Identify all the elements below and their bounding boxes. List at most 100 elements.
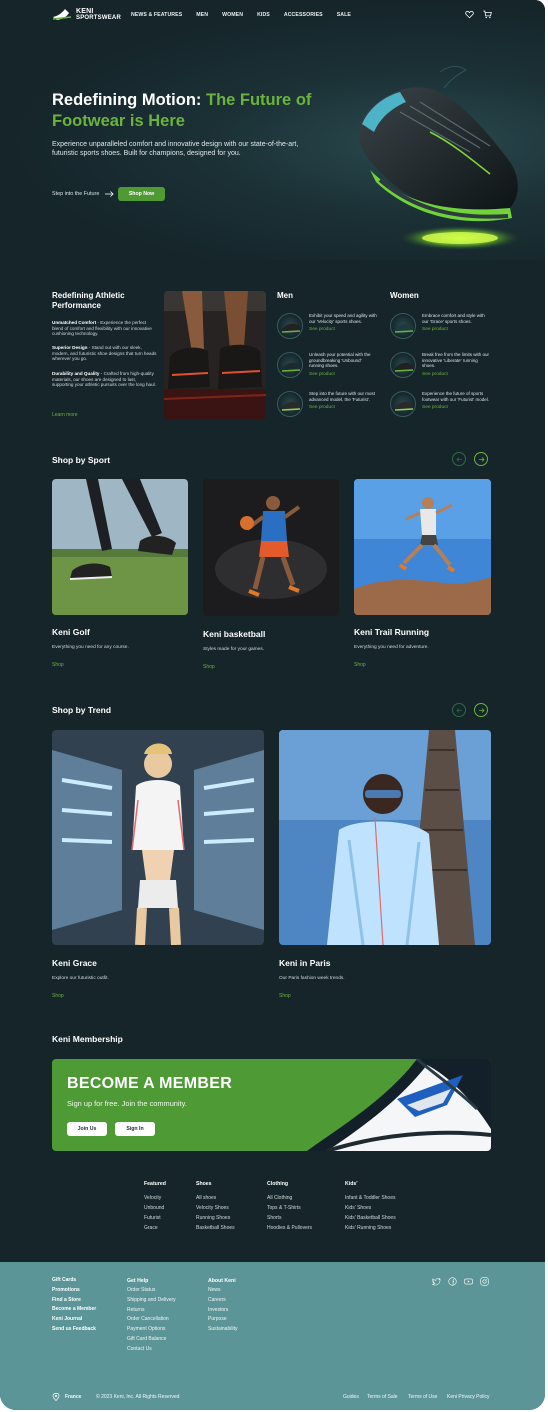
heart-icon[interactable] [465, 10, 474, 19]
product-description: Unleash your potential with the groundbr… [309, 352, 371, 368]
nav-accessories[interactable]: ACCESSORIES [284, 12, 323, 18]
paris-image[interactable] [279, 730, 491, 945]
nav-sale[interactable]: SALE [337, 12, 351, 18]
step-into-future-link[interactable]: Step into the Future [52, 191, 114, 197]
women-product-grace[interactable]: Embrace comfort and style with our 'Grac… [390, 313, 490, 339]
nav-kids[interactable]: KIDS [257, 12, 270, 18]
footer-link[interactable]: Promotions [52, 1286, 96, 1296]
see-product-link[interactable]: See product [422, 372, 490, 378]
guides-link[interactable]: Guides [343, 1394, 359, 1400]
footer-link[interactable]: Gift Cards [52, 1276, 96, 1286]
sport-card-title[interactable]: Keni basketball [203, 629, 265, 639]
footer-link[interactable]: Basketball Shoes [196, 1223, 235, 1233]
trail-running-image[interactable] [354, 479, 491, 615]
logo[interactable]: KENI SPORTSWEAR [52, 7, 121, 23]
footer-link[interactable]: News [208, 1286, 237, 1296]
hero-section: Redefining Motion: The Future of Footwea… [0, 0, 545, 260]
footer-link[interactable]: Careers [208, 1296, 237, 1306]
golf-image[interactable] [52, 479, 188, 615]
footer-link[interactable]: Sustainability [208, 1325, 237, 1335]
footer-link[interactable]: Unbound [144, 1203, 166, 1213]
facebook-icon[interactable] [448, 1277, 457, 1286]
instagram-icon[interactable] [480, 1277, 489, 1286]
privacy-policy-link[interactable]: Keni Privacy Policy [447, 1394, 490, 1400]
see-product-link[interactable]: See product [422, 327, 490, 333]
learn-more-link[interactable]: Learn more [52, 412, 78, 418]
shop-by-trend-title: Shop by Trend [52, 705, 112, 715]
sport-next-button[interactable] [474, 452, 488, 466]
grace-image[interactable] [52, 730, 264, 945]
membership-banner: BECOME A MEMBER Sign up for free. Join t… [52, 1059, 491, 1151]
trend-card-title[interactable]: Keni in Paris [279, 958, 331, 968]
membership-subtitle: Sign up for free. Join the community. [67, 1099, 187, 1108]
arrow-left-icon [455, 707, 462, 713]
men-product-velocity[interactable]: Exhibit your speed and agility with our … [277, 313, 377, 339]
shop-now-button[interactable]: Shop Now [118, 187, 165, 201]
terms-of-sale-link[interactable]: Terms of Sale [367, 1394, 398, 1400]
location-selector[interactable]: France [65, 1394, 81, 1400]
trend-card-shop-link[interactable]: Shop [52, 993, 64, 999]
sport-prev-button[interactable] [452, 452, 466, 466]
see-product-link[interactable]: See product [309, 372, 377, 378]
sport-card-title[interactable]: Keni Golf [52, 627, 90, 637]
footer-link[interactable]: Running Shoes [196, 1213, 235, 1223]
see-product-link[interactable]: See product [309, 327, 377, 333]
footer-link[interactable]: Infant & Toddler Shoes [345, 1193, 396, 1203]
nav-women[interactable]: WOMEN [222, 12, 243, 18]
footer-link[interactable]: All shoes [196, 1193, 235, 1203]
footer-link[interactable]: Futurist [144, 1213, 166, 1223]
terms-of-use-link[interactable]: Terms of Use [408, 1394, 437, 1400]
join-us-button[interactable]: Join Us [67, 1122, 107, 1136]
column-title: Clothing [267, 1181, 289, 1187]
footer-link[interactable]: Hoodies & Pullovers [267, 1223, 312, 1233]
footer-link[interactable]: Become a Member [52, 1305, 96, 1315]
footer-link[interactable]: Keni Journal [52, 1315, 96, 1325]
men-product-unbound[interactable]: Unleash your potential with the groundbr… [277, 352, 377, 378]
cart-icon[interactable] [483, 10, 492, 19]
footer-link[interactable]: Find a Store [52, 1296, 96, 1306]
footer-link[interactable]: Order Cancellation [127, 1315, 176, 1325]
footer-link[interactable]: Shipping and Delivery [127, 1296, 176, 1306]
basketball-image[interactable] [203, 479, 339, 616]
twitter-icon[interactable] [432, 1277, 441, 1286]
footer-link[interactable]: All Clothing [267, 1193, 312, 1203]
trend-prev-button[interactable] [452, 703, 466, 717]
footer-link[interactable]: Investors [208, 1306, 237, 1316]
copyright: © 2023 Keni, Inc. All Rights Reserved [96, 1394, 180, 1400]
footer-link[interactable]: Shorts [267, 1213, 312, 1223]
nav-men[interactable]: MEN [196, 12, 208, 18]
see-product-link[interactable]: See product [309, 405, 377, 411]
footer-link[interactable]: Gift Card Balance [127, 1335, 176, 1345]
footer-link[interactable]: Send us Feedback [52, 1325, 96, 1335]
footer-link[interactable]: Tops & T-Shirts [267, 1203, 312, 1213]
sign-in-button[interactable]: Sign In [115, 1122, 155, 1136]
sport-card-shop-link[interactable]: Shop [52, 662, 64, 668]
footer-link[interactable]: Grace [144, 1223, 166, 1233]
nav-news-features[interactable]: NEWS & FEATURES [131, 12, 182, 18]
trend-card-title[interactable]: Keni Grace [52, 958, 97, 968]
trend-next-button[interactable] [474, 703, 488, 717]
logo-tagline: SPORTSWEAR [76, 15, 122, 21]
trend-card-shop-link[interactable]: Shop [279, 993, 291, 999]
footer-link[interactable]: Velocity [144, 1193, 166, 1203]
footer-link[interactable]: Kids' Shoes [345, 1203, 396, 1213]
footer-link[interactable]: Kids' Basketball Shoes [345, 1213, 396, 1223]
women-product-futurist[interactable]: Experience the future of sports footwear… [390, 391, 490, 417]
men-product-futurist[interactable]: Step into the future with our most advan… [277, 391, 377, 417]
performance-image [164, 291, 266, 419]
arrow-right-icon [478, 707, 485, 713]
women-product-liberate[interactable]: Break free from the limits with our inno… [390, 352, 490, 378]
see-product-link[interactable]: See product [422, 405, 490, 411]
footer-link[interactable]: Payment Options [127, 1325, 176, 1335]
footer-link[interactable]: Kids' Running Shoes [345, 1223, 396, 1233]
sport-card-title[interactable]: Keni Trail Running [354, 627, 429, 637]
footer-link[interactable]: Contact Us [127, 1345, 176, 1355]
youtube-icon[interactable] [464, 1277, 473, 1286]
footer-link[interactable]: Returns [127, 1306, 176, 1316]
footer-link[interactable]: Velocity Shoes [196, 1203, 235, 1213]
footer-link[interactable]: Purpose [208, 1315, 237, 1325]
footer-link[interactable]: Order Status [127, 1286, 176, 1296]
sport-card-shop-link[interactable]: Shop [354, 662, 366, 668]
sport-card-shop-link[interactable]: Shop [203, 664, 215, 670]
step-into-future-label: Step into the Future [52, 191, 100, 197]
